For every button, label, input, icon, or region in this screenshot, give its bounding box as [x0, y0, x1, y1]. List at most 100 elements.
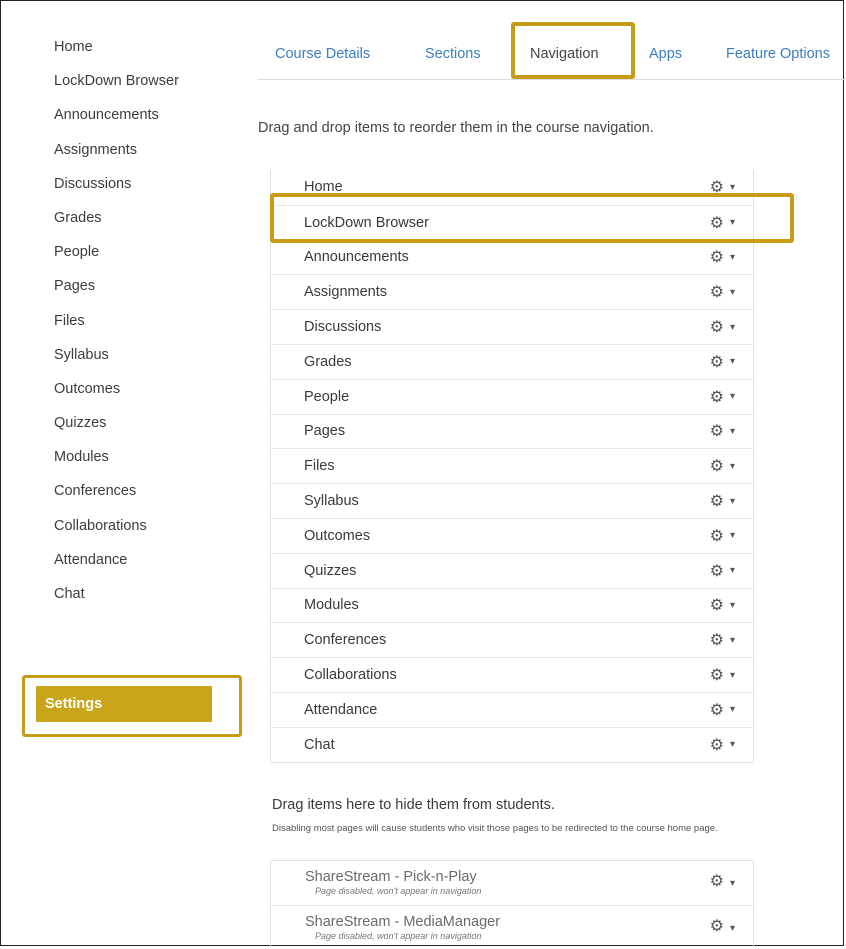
nav-item-settings-menu[interactable]: ⚙ ▾ [710, 206, 735, 240]
nav-item-assignments[interactable]: Assignments ⚙ ▾ [271, 274, 753, 309]
sidebar-item-syllabus[interactable]: Syllabus [54, 344, 234, 378]
caret-down-icon: ▾ [729, 704, 735, 716]
sidebar-item-people[interactable]: People [54, 241, 234, 275]
sidebar-item-grades[interactable]: Grades [54, 207, 234, 241]
nav-item-settings-menu[interactable]: ⚙ ▾ [710, 484, 735, 518]
sidebar-item-collaborations[interactable]: Collaborations [54, 515, 234, 549]
hidden-item-sharestream-pick-n-play[interactable]: ShareStream - Pick-n-Play Page disabled,… [271, 861, 753, 905]
nav-item-discussions[interactable]: Discussions ⚙ ▾ [271, 309, 753, 344]
nav-item-settings-menu[interactable]: ⚙ ▾ [710, 345, 735, 379]
hidden-item-settings-menu[interactable]: ⚙ ▾ [710, 916, 735, 936]
gear-icon: ⚙ [709, 632, 724, 650]
caret-down-icon: ▾ [729, 425, 735, 437]
caret-down-icon: ▾ [729, 321, 735, 333]
nav-item-label: Collaborations [304, 667, 397, 684]
gear-icon: ⚙ [709, 493, 724, 511]
gear-icon: ⚙ [709, 527, 724, 545]
sidebar-item-home[interactable]: Home [54, 36, 234, 70]
nav-item-settings-menu[interactable]: ⚙ ▾ [710, 380, 735, 414]
nav-item-label: Chat [304, 736, 335, 753]
nav-item-settings-menu[interactable]: ⚙ ▾ [710, 554, 735, 588]
sidebar-item-attendance[interactable]: Attendance [54, 549, 234, 583]
tab-apps[interactable]: Apps [649, 46, 682, 62]
nav-item-pages[interactable]: Pages ⚙ ▾ [271, 413, 753, 449]
sidebar-item-outcomes[interactable]: Outcomes [54, 378, 234, 412]
nav-item-settings-menu[interactable]: ⚙ ▾ [710, 589, 735, 623]
nav-item-grades[interactable]: Grades ⚙ ▾ [271, 343, 753, 379]
nav-item-label: People [304, 388, 350, 405]
nav-item-settings-menu[interactable]: ⚙ ▾ [710, 519, 735, 553]
caret-down-icon: ▾ [729, 878, 735, 889]
sidebar-item-discussions[interactable]: Discussions [54, 173, 234, 207]
tab-course-details[interactable]: Course Details [275, 46, 370, 62]
nav-item-label: Files [304, 458, 335, 475]
nav-item-files[interactable]: Files ⚙ ▾ [271, 448, 753, 483]
tab-sections[interactable]: Sections [425, 46, 481, 62]
caret-down-icon: ▾ [729, 669, 735, 681]
nav-item-label: Conferences [304, 632, 387, 649]
nav-item-label: Grades [304, 353, 352, 370]
nav-item-settings-menu[interactable]: ⚙ ▾ [710, 623, 735, 657]
gear-icon: ⚙ [709, 423, 724, 441]
hidden-item-label: ShareStream - MediaManager [305, 914, 501, 930]
hidden-item-settings-menu[interactable]: ⚙ ▾ [710, 871, 735, 891]
nav-item-label: LockDown Browser [304, 214, 429, 231]
nav-item-settings-menu[interactable]: ⚙ ▾ [710, 658, 735, 692]
caret-down-icon: ▾ [729, 923, 735, 934]
gear-icon: ⚙ [709, 284, 724, 302]
nav-item-collaborations[interactable]: Collaborations ⚙ ▾ [271, 657, 753, 692]
gear-icon: ⚙ [709, 562, 724, 580]
nav-item-settings-menu[interactable]: ⚙ ▾ [710, 241, 735, 275]
nav-item-attendance[interactable]: Attendance ⚙ ▾ [271, 691, 753, 727]
nav-item-outcomes[interactable]: Outcomes ⚙ ▾ [271, 517, 753, 553]
nav-item-syllabus[interactable]: Syllabus ⚙ ▾ [271, 483, 753, 518]
gear-icon: ⚙ [709, 701, 724, 719]
gear-icon: ⚙ [709, 179, 724, 197]
caret-down-icon: ▾ [729, 739, 735, 751]
nav-item-modules[interactable]: Modules ⚙ ▾ [271, 587, 753, 623]
tab-feature-options[interactable]: Feature Options [726, 46, 830, 62]
nav-item-people[interactable]: People ⚙ ▾ [271, 378, 753, 414]
nav-item-label: Announcements [304, 249, 409, 266]
sidebar-item-chat[interactable]: Chat [54, 583, 234, 617]
hidden-item-sharestream-mediamanager[interactable]: ShareStream - MediaManager Page disabled… [271, 905, 753, 949]
nav-item-home[interactable]: Home ⚙ ▾ [271, 170, 753, 205]
tab-navigation[interactable]: Navigation [530, 46, 599, 62]
hidden-item-status: Page disabled, won't appear in navigatio… [315, 931, 482, 941]
nav-item-settings-menu[interactable]: ⚙ ▾ [710, 449, 735, 483]
sidebar-item-modules[interactable]: Modules [54, 446, 234, 480]
gear-icon: ⚙ [709, 597, 724, 615]
sidebar-item-quizzes[interactable]: Quizzes [54, 412, 234, 446]
caret-down-icon: ▾ [729, 356, 735, 368]
nav-item-quizzes[interactable]: Quizzes ⚙ ▾ [271, 552, 753, 588]
sidebar-item-files[interactable]: Files [54, 310, 234, 344]
reorder-instructions: Drag and drop items to reorder them in t… [258, 120, 654, 136]
nav-item-settings-menu[interactable]: ⚙ ▾ [710, 310, 735, 344]
caret-down-icon: ▾ [729, 217, 735, 229]
sidebar-item-pages[interactable]: Pages [54, 275, 234, 309]
nav-item-announcements[interactable]: Announcements ⚙ ▾ [271, 239, 753, 275]
sidebar-item-conferences[interactable]: Conferences [54, 480, 234, 514]
sidebar-item-announcements[interactable]: Announcements [54, 104, 234, 138]
sidebar-item-assignments[interactable]: Assignments [54, 139, 234, 173]
caret-down-icon: ▾ [729, 565, 735, 577]
nav-item-settings-menu[interactable]: ⚙ ▾ [710, 170, 735, 205]
sidebar-item-lockdown-browser[interactable]: LockDown Browser [54, 70, 234, 104]
caret-down-icon: ▾ [729, 181, 735, 193]
caret-down-icon: ▾ [729, 460, 735, 472]
nav-item-settings-menu[interactable]: ⚙ ▾ [710, 728, 735, 762]
nav-item-chat[interactable]: Chat ⚙ ▾ [271, 726, 753, 762]
nav-item-settings-menu[interactable]: ⚙ ▾ [710, 415, 735, 449]
nav-item-label: Discussions [304, 319, 382, 336]
nav-item-conferences[interactable]: Conferences ⚙ ▾ [271, 622, 753, 657]
nav-item-settings-menu[interactable]: ⚙ ▾ [710, 693, 735, 727]
caret-down-icon: ▾ [729, 251, 735, 263]
sidebar-item-settings[interactable]: Settings [36, 686, 212, 722]
nav-item-lockdown-browser[interactable]: LockDown Browser ⚙ ▾ [271, 204, 753, 240]
hidden-navigation-list: ShareStream - Pick-n-Play Page disabled,… [270, 860, 754, 948]
hidden-items-note: Disabling most pages will cause students… [272, 823, 718, 834]
nav-item-label: Outcomes [304, 527, 371, 544]
nav-item-settings-menu[interactable]: ⚙ ▾ [710, 275, 735, 309]
caret-down-icon: ▾ [729, 634, 735, 646]
settings-tabs: Course Details Sections Navigation Apps … [258, 0, 846, 95]
